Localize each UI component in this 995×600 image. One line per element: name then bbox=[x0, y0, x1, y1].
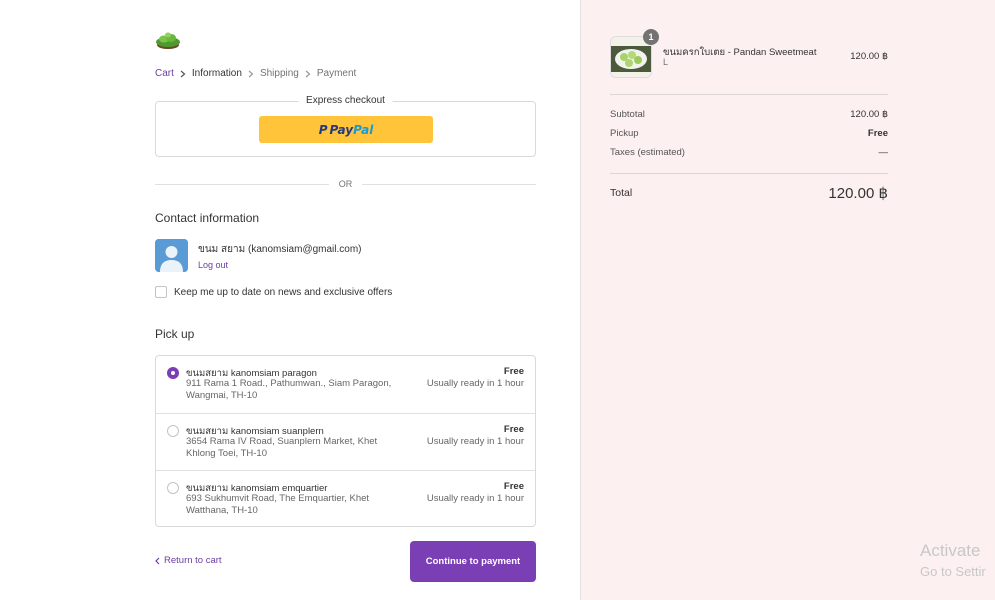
paypal-wordmark-pal: Pal bbox=[353, 122, 374, 137]
contact-title: Contact information bbox=[155, 211, 260, 225]
pickup-row: Pickup Free bbox=[610, 128, 888, 139]
quantity-badge: 1 bbox=[643, 29, 659, 45]
product-name: ขนมครกใบเตย - Pandan Sweetmeat bbox=[663, 47, 817, 58]
activation-watermark-title: Activate bbox=[920, 541, 981, 560]
chevron-right-icon bbox=[305, 70, 311, 78]
logout-link[interactable]: Log out bbox=[198, 260, 362, 270]
chevron-left-icon bbox=[155, 557, 160, 564]
pickup-radio[interactable] bbox=[167, 425, 179, 437]
breadcrumb-shipping: Shipping bbox=[259, 68, 299, 79]
paypal-icon: P bbox=[318, 122, 328, 137]
store-logo[interactable] bbox=[155, 30, 181, 52]
newsletter-label: Keep me up to date on news and exclusive… bbox=[174, 286, 393, 298]
order-summary: 1 ขนมครกใบเตย - Pandan Sweetmeat L 120.0… bbox=[580, 0, 995, 600]
breadcrumb-cart[interactable]: Cart bbox=[155, 68, 174, 79]
newsletter-option[interactable]: Keep me up to date on news and exclusive… bbox=[155, 286, 392, 298]
pickup-location-address: 693 Sukhumvit Road, The Emquartier, Khet… bbox=[186, 493, 370, 516]
continue-to-payment-button[interactable]: Continue to payment bbox=[410, 541, 536, 582]
checkout-main: Cart Information Shipping Payment Expres… bbox=[0, 0, 580, 600]
pickup-location-price: Free bbox=[503, 481, 524, 492]
summary-divider bbox=[610, 173, 888, 174]
divider-line bbox=[155, 183, 329, 185]
pickup-location-ready-time: Usually ready in 1 hour bbox=[426, 378, 524, 389]
pickup-location-address: 911 Rama 1 Road., Pathumwan., Siam Parag… bbox=[186, 378, 392, 401]
pickup-radio[interactable] bbox=[167, 367, 179, 379]
pickup-location-option[interactable]: ขนมสยาม kanomsiam suanplern 3654 Rama IV… bbox=[156, 413, 535, 470]
pickup-value: Free bbox=[867, 128, 888, 139]
avatar bbox=[155, 239, 188, 272]
express-checkout-title: Express checkout bbox=[298, 95, 393, 106]
subtotal-value: 120.00 ฿ bbox=[850, 109, 888, 120]
taxes-label: Taxes (estimated) bbox=[610, 147, 685, 158]
total-row: Total 120.00 ฿ bbox=[610, 184, 888, 202]
or-text: OR bbox=[338, 179, 353, 189]
pickup-location-address: 3654 Rama IV Road, Suanplern Market, Khe… bbox=[186, 436, 378, 459]
account-email: ขนม สยาม (kanomsiam@gmail.com) bbox=[198, 244, 362, 255]
total-value: 120.00 ฿ bbox=[828, 185, 888, 202]
chevron-right-icon bbox=[180, 70, 186, 78]
summary-divider bbox=[610, 94, 888, 95]
pickup-location-ready-time: Usually ready in 1 hour bbox=[426, 436, 524, 447]
pickup-location-price: Free bbox=[503, 366, 524, 377]
pickup-title: Pick up bbox=[155, 327, 195, 341]
grass-island-logo-icon bbox=[156, 32, 180, 49]
breadcrumb-information: Information bbox=[191, 68, 242, 79]
pickup-location-list: ขนมสยาม kanomsiam paragon 911 Rama 1 Roa… bbox=[155, 355, 536, 527]
pickup-location-option[interactable]: ขนมสยาม kanomsiam paragon 911 Rama 1 Roa… bbox=[156, 356, 535, 413]
return-to-cart-label: Return to cart bbox=[164, 555, 222, 566]
divider-line bbox=[362, 183, 536, 185]
express-checkout-box: Express checkout P Pay Pal bbox=[155, 95, 536, 157]
taxes-row: Taxes (estimated) — bbox=[610, 147, 888, 158]
breadcrumb-payment: Payment bbox=[316, 68, 357, 79]
paypal-button[interactable]: P Pay Pal bbox=[259, 116, 433, 143]
subtotal-row: Subtotal 120.00 ฿ bbox=[610, 109, 888, 120]
product-variant: L bbox=[663, 57, 669, 67]
product-price: 120.00 ฿ bbox=[850, 51, 888, 62]
subtotal-label: Subtotal bbox=[610, 109, 645, 120]
activation-watermark-subtitle: Go to Settir bbox=[920, 564, 986, 579]
product-line-item: 1 ขนมครกใบเตย - Pandan Sweetmeat L 120.0… bbox=[610, 29, 888, 78]
pickup-location-option[interactable]: ขนมสยาม kanomsiam emquartier 693 Sukhumv… bbox=[156, 470, 535, 527]
contact-account: ขนม สยาม (kanomsiam@gmail.com) Log out bbox=[155, 239, 362, 272]
pickup-location-ready-time: Usually ready in 1 hour bbox=[426, 493, 524, 504]
paypal-wordmark-pay: Pay bbox=[329, 122, 354, 137]
total-label: Total bbox=[610, 187, 633, 199]
pickup-label: Pickup bbox=[610, 128, 639, 139]
pickup-radio[interactable] bbox=[167, 482, 179, 494]
user-silhouette-icon bbox=[155, 239, 188, 272]
return-to-cart-link[interactable]: Return to cart bbox=[155, 555, 222, 566]
breadcrumb: Cart Information Shipping Payment bbox=[155, 68, 356, 79]
newsletter-checkbox[interactable] bbox=[155, 286, 167, 298]
taxes-value: — bbox=[878, 147, 889, 158]
activation-watermark: Activate Go to Settir bbox=[920, 541, 986, 579]
pickup-location-price: Free bbox=[503, 424, 524, 435]
or-divider: OR bbox=[155, 178, 536, 190]
chevron-right-icon bbox=[248, 70, 254, 78]
